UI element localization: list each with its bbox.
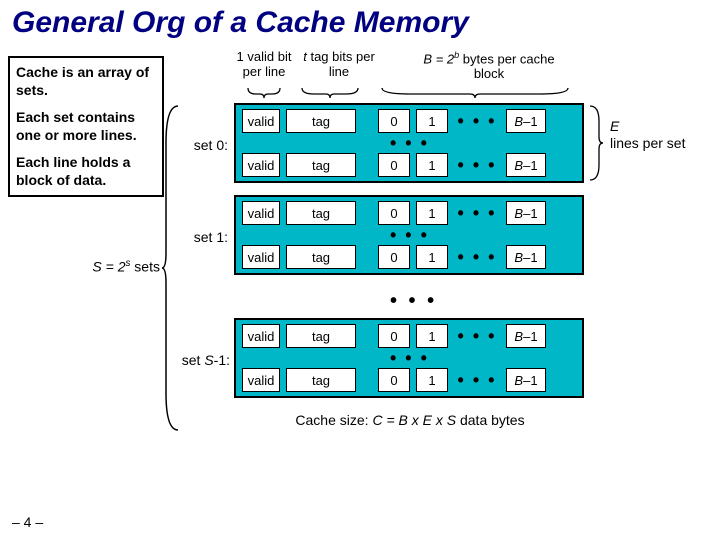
cell-valid: valid <box>242 109 280 133</box>
cell-byte-last: B–1 <box>506 109 546 133</box>
cell-valid: valid <box>242 245 280 269</box>
cell-byte-1: 1 <box>416 153 448 177</box>
description-box: Cache is an array of sets. Each set cont… <box>8 56 164 197</box>
cell-byte-last: B–1 <box>506 368 546 392</box>
cell-byte-last: B–1 <box>506 201 546 225</box>
cell-byte-1: 1 <box>416 368 448 392</box>
cell-byte-0: 0 <box>378 201 410 225</box>
between-sets-vdots: • • • <box>390 290 437 313</box>
cell-dots: • • • <box>454 109 500 133</box>
cell-dots: • • • <box>454 153 500 177</box>
cell-byte-last: B–1 <box>506 324 546 348</box>
cell-dots: • • • <box>454 368 500 392</box>
set-last-line-last: valid tag 0 1 • • • B–1 <box>242 368 546 392</box>
cell-tag: tag <box>286 109 356 133</box>
cell-valid: valid <box>242 368 280 392</box>
set-0-vdots: • • • <box>390 133 429 154</box>
desc-p1: Cache is an array of sets. <box>16 64 156 99</box>
page-number: – 4 – <box>12 514 43 530</box>
cell-dots: • • • <box>454 245 500 269</box>
brace-valid <box>246 86 282 100</box>
header-tag-label: t tag bits per line <box>303 50 375 80</box>
set-0-line-last: valid tag 0 1 • • • B–1 <box>242 153 546 177</box>
set-1-line-last: valid tag 0 1 • • • B–1 <box>242 245 546 269</box>
header-valid-label: 1 valid bit per line <box>228 50 300 80</box>
cell-byte-0: 0 <box>378 324 410 348</box>
brace-sets <box>160 103 182 433</box>
cell-byte-1: 1 <box>416 245 448 269</box>
cell-byte-last: B–1 <box>506 245 546 269</box>
cell-valid: valid <box>242 153 280 177</box>
set-1-vdots: • • • <box>390 225 429 246</box>
cell-tag: tag <box>286 368 356 392</box>
cell-byte-1: 1 <box>416 324 448 348</box>
brace-lines <box>587 103 605 183</box>
page-title: General Org of a Cache Memory <box>0 0 720 44</box>
cell-byte-0: 0 <box>378 109 410 133</box>
desc-p2: Each set contains one or more lines. <box>16 109 156 144</box>
cell-tag: tag <box>286 324 356 348</box>
header-block-label: B = 2b bytes per cache block <box>414 50 564 82</box>
set-1-label: set 1: <box>178 229 228 245</box>
set-0-label: set 0: <box>178 137 228 153</box>
cell-byte-0: 0 <box>378 368 410 392</box>
cell-tag: tag <box>286 153 356 177</box>
cell-byte-0: 0 <box>378 153 410 177</box>
set-last-line-0: valid tag 0 1 • • • B–1 <box>242 324 546 348</box>
cache-size-formula: Cache size: C = B x E x S data bytes <box>230 412 590 428</box>
cell-byte-last: B–1 <box>506 153 546 177</box>
cell-dots: • • • <box>454 201 500 225</box>
set-0-line-0: valid tag 0 1 • • • B–1 <box>242 109 546 133</box>
set-last-vdots: • • • <box>390 348 429 369</box>
cell-tag: tag <box>286 245 356 269</box>
set-1-line-0: valid tag 0 1 • • • B–1 <box>242 201 546 225</box>
set-last-label: set S-1: <box>172 352 230 368</box>
brace-tag <box>300 86 360 100</box>
lines-per-set-label: E lines per set <box>610 118 685 152</box>
cell-byte-0: 0 <box>378 245 410 269</box>
cell-valid: valid <box>242 324 280 348</box>
cell-byte-1: 1 <box>416 109 448 133</box>
cell-byte-1: 1 <box>416 201 448 225</box>
s-sets-label: S = 2s sets <box>68 258 160 275</box>
desc-p3: Each line holds a block of data. <box>16 154 156 189</box>
brace-block <box>380 86 570 100</box>
cell-dots: • • • <box>454 324 500 348</box>
cell-valid: valid <box>242 201 280 225</box>
cell-tag: tag <box>286 201 356 225</box>
